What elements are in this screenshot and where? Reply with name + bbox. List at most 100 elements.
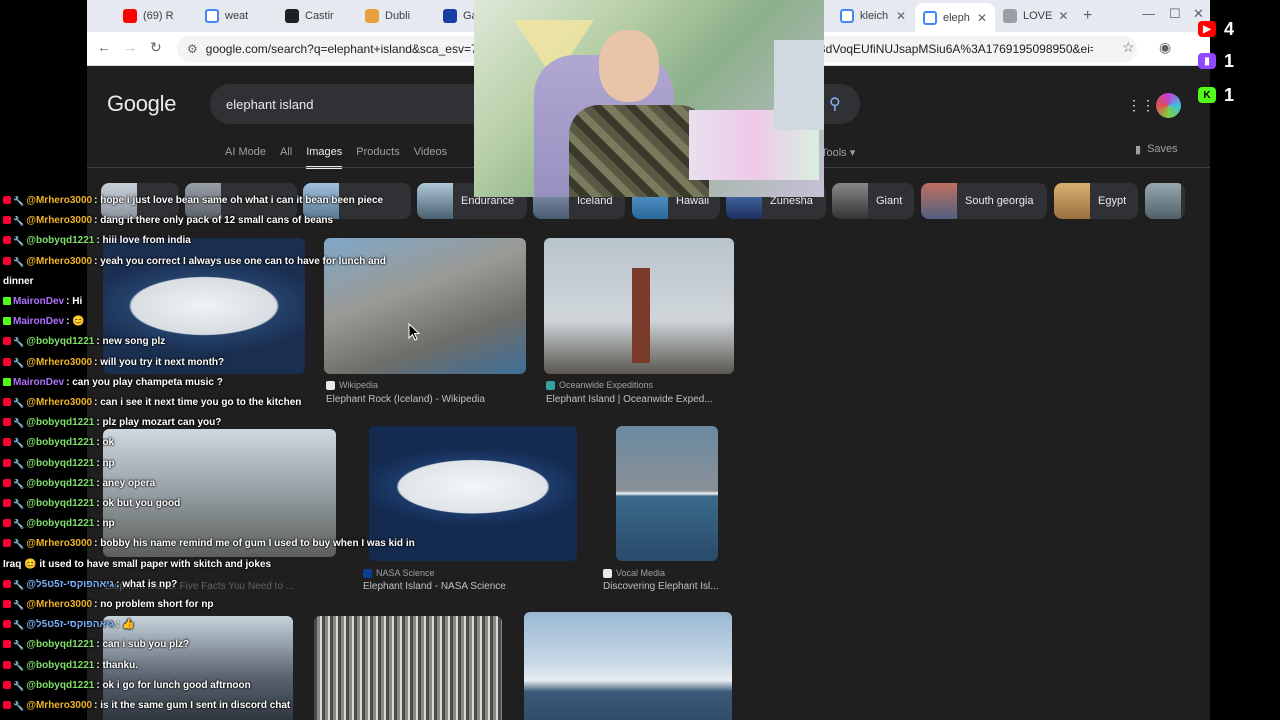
lighthouse-image[interactable] <box>544 238 734 374</box>
chat-text: 👍 <box>122 619 135 631</box>
chat-text: thanku. <box>102 659 138 671</box>
tab-videos[interactable]: Videos <box>414 146 447 169</box>
moderator-wrench-icon: 🔧 <box>13 600 25 610</box>
chat-message: 🔧 @Mrhero3000: can i see it next time you… <box>3 396 301 409</box>
face-shape <box>599 30 659 102</box>
chat-username: @bobyqd1221 <box>26 639 95 651</box>
chat-message: 🔧 @Mrhero3000: will you try it next month… <box>3 356 224 369</box>
youtube-viewer-count: ▶ 4 <box>1198 18 1248 40</box>
chat-username: @bobyqd1221 <box>26 336 95 348</box>
youtube-icon <box>3 600 11 608</box>
count-value: 4 <box>1224 18 1235 39</box>
moderator-wrench-icon: 🔧 <box>13 519 25 530</box>
chat-message: 🔧 @Mrhero3000: bobby his name remind me o… <box>3 537 415 550</box>
tools-menu[interactable]: Tools ▾ <box>821 146 855 159</box>
close-icon[interactable]: ✕ <box>896 9 906 23</box>
youtube-icon <box>3 398 11 406</box>
chip-label: Giant <box>876 195 903 207</box>
chat-text: can i see it next time you go to the kit… <box>100 397 302 408</box>
cart-icon <box>1003 9 1017 23</box>
tab-label: weat <box>225 10 249 22</box>
chat-username: @Mrhero3000 <box>26 599 93 610</box>
tab-kleich[interactable]: kleich ✕ <box>832 3 914 29</box>
back-icon[interactable]: ← <box>97 39 111 55</box>
result-source: Oceanwide Expeditions <box>546 380 653 390</box>
tab-youtube[interactable]: (69) R <box>115 3 197 29</box>
result-title[interactable]: Discovering Elephant Isl... <box>603 581 743 592</box>
ga-icon <box>443 9 457 23</box>
tab-label: eleph <box>943 11 970 24</box>
chat-message: 🔧 @bobyqd1221: np <box>3 457 115 470</box>
saves-button[interactable]: ▮ Saves <box>1135 143 1178 156</box>
site-info-icon[interactable]: ⚙ <box>187 42 198 56</box>
elephant-rock-stack-image[interactable] <box>616 426 718 561</box>
chat-username: @bobyqd1221 <box>26 477 95 489</box>
youtube-icon <box>3 458 11 467</box>
chat-text: can i sub you plz? <box>102 639 190 651</box>
chat-message: 🔧 @Mrhero3000: hope i just love bean same… <box>3 194 383 207</box>
google-icon <box>205 9 219 23</box>
chat-text: yeah you correct I always use one can to… <box>100 255 386 267</box>
profile-icon[interactable]: ◉ <box>1159 39 1171 56</box>
stream-chat-overlay: 🔧 @Mrhero3000: hope i just love bean same… <box>0 193 440 720</box>
chat-username: @גיאהפוקסי-ז5ט5ל <box>26 578 115 590</box>
search-icon[interactable]: ⚲ <box>829 94 841 114</box>
chat-message: MaironDev: Hi <box>3 295 82 308</box>
chat-username: @bobyqd1221 <box>26 437 95 449</box>
youtube-icon <box>3 680 11 689</box>
maximize-icon[interactable]: ☐ <box>1169 6 1181 22</box>
chat-message: 🔧 @bobyqd1221: thanku. <box>3 659 138 672</box>
close-icon[interactable]: ✕ <box>977 11 987 25</box>
chat-message: 🔧 @bobyqd1221: aney opera <box>3 477 155 490</box>
tab-all[interactable]: All <box>280 146 292 169</box>
chip-thumbnail <box>1054 183 1090 219</box>
chat-text: bobby his name remind me of gum I used t… <box>100 538 415 550</box>
tab-label: Castir <box>305 10 334 22</box>
avatar[interactable] <box>1156 93 1181 118</box>
chat-text: hope i just love bean same oh what i can… <box>100 195 384 206</box>
island-sea-image[interactable] <box>524 612 732 720</box>
youtube-icon <box>3 337 11 346</box>
close-icon[interactable]: ✕ <box>1058 9 1068 23</box>
tab-elephant-active[interactable]: eleph ✕ <box>915 3 995 32</box>
youtube-icon <box>3 539 11 548</box>
chat-text: dinner <box>3 275 34 287</box>
chip-egypt[interactable]: Egypt <box>1054 183 1138 219</box>
monitor-shape <box>774 40 824 130</box>
tab-label: (69) R <box>143 10 174 22</box>
chat-text: hiii love from india <box>102 235 191 247</box>
chip[interactable] <box>1145 183 1185 219</box>
youtube-icon <box>3 620 11 629</box>
moderator-wrench-icon: 🔧 <box>13 256 25 267</box>
reload-icon[interactable]: ↻ <box>150 39 162 56</box>
google-logo[interactable]: Google <box>107 91 176 117</box>
tab-dublin[interactable]: Dubli <box>357 3 435 29</box>
result-title[interactable]: Elephant Island | Oceanwide Exped... <box>546 394 736 405</box>
chat-username: @bobyqd1221 <box>26 235 95 247</box>
tab-label: LOVE <box>1023 10 1053 22</box>
minimize-icon[interactable]: — <box>1142 6 1155 21</box>
chip-giant[interactable]: Giant <box>832 183 914 219</box>
chip-south-georgia[interactable]: South georgia <box>921 183 1047 219</box>
new-tab-button[interactable]: + <box>1075 3 1101 29</box>
bookmark-star-icon[interactable]: ☆ <box>1122 39 1135 56</box>
chat-message: 🔧 @bobyqd1221: ok but you good <box>3 497 180 510</box>
webcam-overlay <box>474 0 824 197</box>
forward-icon[interactable]: → <box>123 39 137 55</box>
chat-text: 😊 <box>72 316 85 328</box>
tab-castir[interactable]: Castir <box>277 3 357 29</box>
tab-images[interactable]: Images <box>306 146 343 169</box>
chat-username: @Mrhero3000 <box>26 356 93 368</box>
twitch-icon: ▮ <box>1198 53 1216 69</box>
chat-text: new song plz <box>102 336 166 348</box>
tab-love[interactable]: LOVE ✕ <box>995 3 1075 29</box>
tab-ga[interactable]: Ga <box>435 3 475 29</box>
chat-message: 🔧 @bobyqd1221: plz play mozart can you? <box>3 416 221 429</box>
chat-text: Iraq 😊 it used to have small paper with … <box>3 558 272 570</box>
lighthouse-shape <box>632 268 650 363</box>
tab-ai-mode[interactable]: AI Mode <box>225 146 266 169</box>
moderator-wrench-icon: 🔧 <box>13 216 25 227</box>
tab-weather[interactable]: weat <box>197 3 277 29</box>
tab-products[interactable]: Products <box>356 146 399 169</box>
moderator-wrench-icon: 🔧 <box>13 438 25 449</box>
